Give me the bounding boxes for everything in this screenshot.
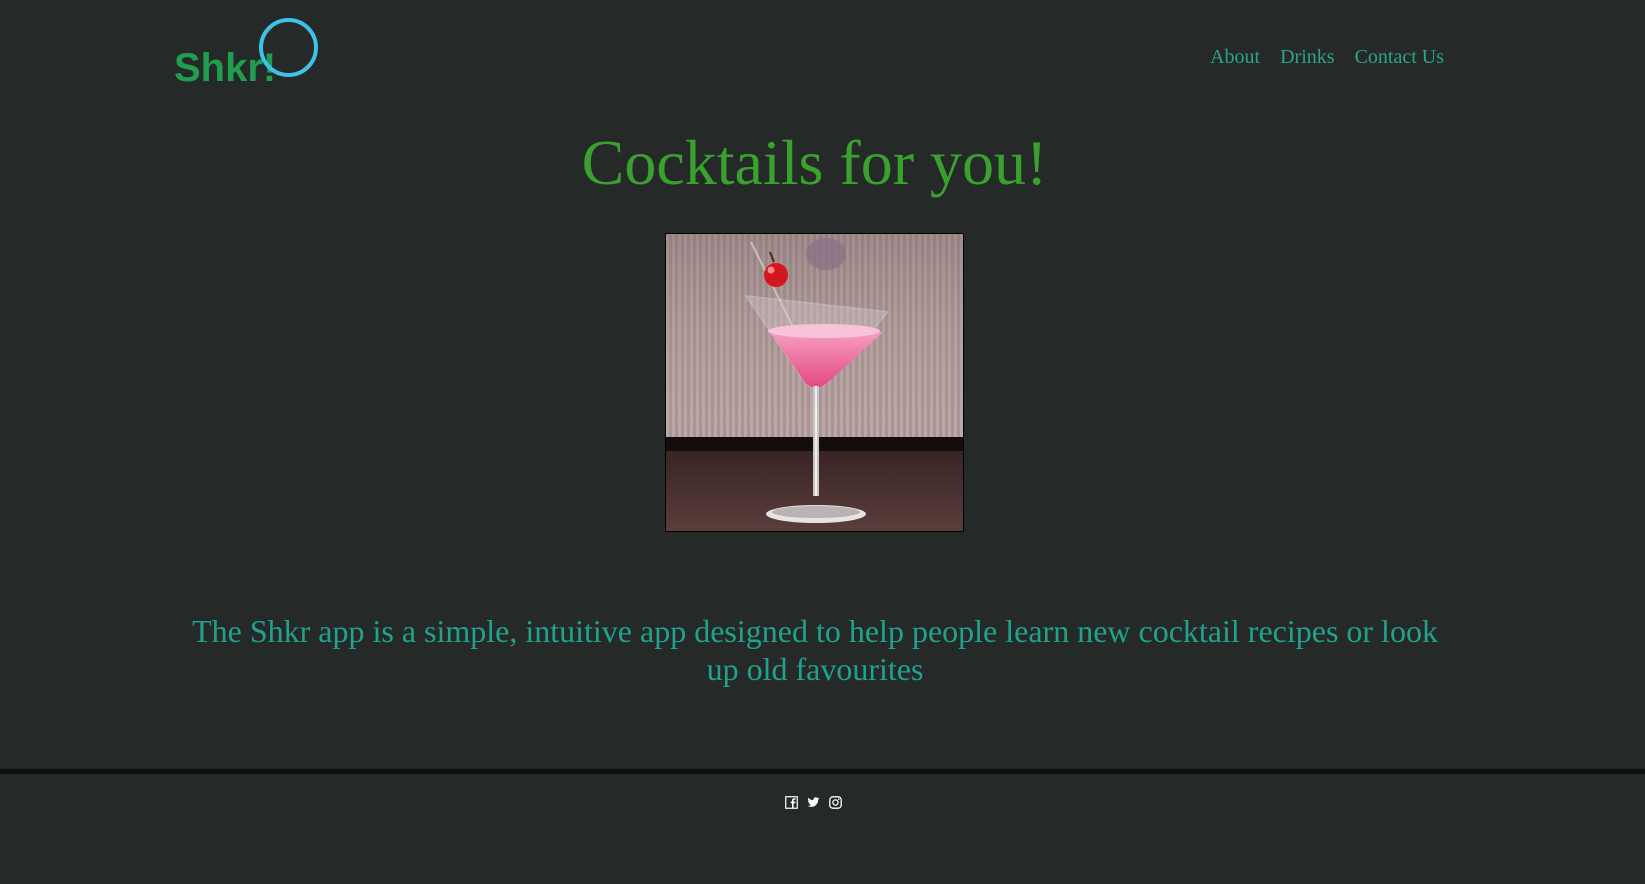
nav-link-contact-us[interactable]: Contact Us	[1355, 46, 1444, 69]
nav-link-about[interactable]: About	[1210, 46, 1260, 69]
social-links	[785, 796, 842, 809]
logo-ring	[259, 18, 318, 77]
nav-link-drinks[interactable]: Drinks	[1280, 46, 1334, 69]
cocktail-image	[665, 233, 964, 532]
hero-title: Cocktails for you!	[581, 127, 1048, 198]
facebook-icon[interactable]	[785, 796, 798, 809]
app-description: The Shkr app is a simple, intuitive app …	[192, 613, 1438, 687]
site-footer	[0, 774, 1645, 884]
site-header: Shkr! About Drinks Contact Us	[0, 0, 1645, 110]
twitter-icon[interactable]	[807, 796, 820, 809]
logo[interactable]: Shkr!	[174, 14, 334, 94]
instagram-icon[interactable]	[829, 796, 842, 809]
main-nav: About Drinks Contact Us	[1210, 46, 1444, 69]
